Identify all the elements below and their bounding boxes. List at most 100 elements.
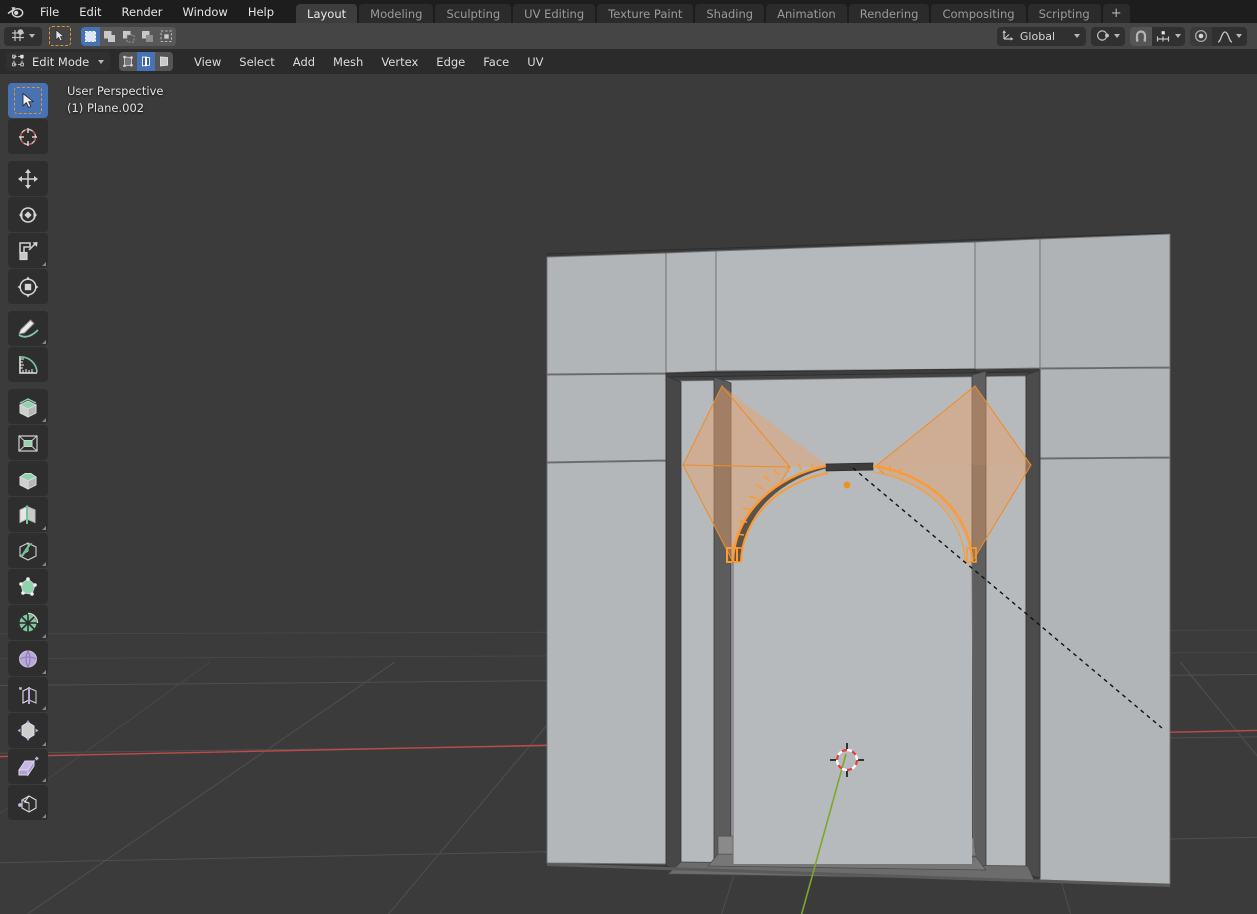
chevron-down-icon [98,60,104,64]
3d-viewport[interactable]: User Perspective (1) Plane.002 [0,74,1257,914]
tool-extrude-region[interactable] [8,389,48,424]
transform-orientation-icon [1002,28,1015,44]
inset-faces-icon [16,432,40,454]
menu-select[interactable]: Select [230,52,283,72]
tool-shrink-fatten[interactable] [8,713,48,748]
menu-mesh[interactable]: Mesh [324,52,372,72]
tool-move[interactable] [8,161,48,196]
annotate-pencil-icon [16,318,40,340]
menu-help[interactable]: Help [238,0,284,23]
snapping-group [1130,27,1185,46]
interaction-mode-selector[interactable]: Edit Mode [6,52,110,71]
tool-tweak[interactable] [8,83,48,118]
vertex-select-icon [122,55,135,68]
tab-shading[interactable]: Shading [695,4,764,23]
tab-uv-editing[interactable]: UV Editing [513,4,595,23]
face-select-mode-button[interactable] [155,52,173,71]
editor-type-selector[interactable] [4,27,42,46]
vertex-select-mode-button[interactable] [119,52,137,71]
menu-view[interactable]: View [185,52,230,72]
tab-compositing[interactable]: Compositing [931,4,1025,23]
mesh-arched-wall [547,233,1170,887]
rip-region-icon [16,792,40,814]
tool-annotate[interactable] [8,311,48,346]
snap-to-selector[interactable] [1152,27,1185,46]
tool-smooth[interactable] [8,641,48,676]
poly-build-icon [16,576,40,598]
select-set-button[interactable] [81,27,100,46]
edge-slide-icon [16,684,40,706]
top-menu-list: File Edit Render Window Help [30,0,284,23]
extrude-region-icon [16,396,40,418]
select-extend-button[interactable] [100,27,119,46]
proportional-editing-group [1190,27,1247,46]
transform-orientation-selector[interactable]: Global [997,27,1086,46]
chevron-down-icon [29,34,35,38]
tab-texture-paint[interactable]: Texture Paint [597,4,693,23]
tool-spin[interactable] [8,605,48,640]
tab-sculpting[interactable]: Sculpting [435,4,511,23]
menu-render[interactable]: Render [112,0,173,23]
menu-edge[interactable]: Edge [427,52,474,72]
tool-rip-region[interactable] [8,785,48,820]
viewport-menu-list: View Select Add Mesh Vertex Edge Face UV [185,52,553,72]
menu-window[interactable]: Window [172,0,237,23]
proportional-editing-toggle[interactable] [1190,27,1212,46]
menu-add[interactable]: Add [284,52,324,72]
tool-shear[interactable] [8,749,48,784]
tool-edge-slide[interactable] [8,677,48,712]
menu-uv[interactable]: UV [518,52,552,72]
snap-magnet-icon [1134,30,1148,43]
menu-file[interactable]: File [30,0,69,23]
select-mode-group [81,27,176,46]
knife-icon [16,540,40,562]
chevron-down-icon [1236,34,1242,38]
select-invert-button[interactable] [138,27,157,46]
menu-edit[interactable]: Edit [69,0,111,23]
top-bar: File Edit Render Window Help Layout Mode… [0,0,1257,23]
submenu-corner-icon [42,526,46,530]
submenu-corner-icon [42,262,46,266]
chevron-down-icon [1074,34,1080,38]
tool-bevel[interactable] [8,461,48,496]
blender-logo-icon[interactable] [0,0,30,23]
snap-magnet-toggle[interactable] [1130,27,1152,46]
transform-icon [17,276,39,298]
menu-face[interactable]: Face [474,52,518,72]
menu-vertex[interactable]: Vertex [372,52,427,72]
tool-rotate[interactable] [8,197,48,232]
tab-layout[interactable]: Layout [296,4,357,23]
tool-transform[interactable] [8,269,48,304]
tab-animation[interactable]: Animation [766,4,847,23]
submenu-corner-icon [42,634,46,638]
active-tool-button[interactable] [49,26,71,46]
workspace-tabs: Layout Modeling Sculpting UV Editing Tex… [296,0,1132,23]
blender-window: File Edit Render Window Help Layout Mode… [0,0,1257,914]
select-set-icon [84,30,97,43]
add-workspace-button[interactable]: + [1103,4,1130,23]
tool-loop-cut[interactable] [8,497,48,532]
viewport-tool-header: Global [0,23,1257,49]
bevel-icon [16,468,40,490]
select-subtract-button[interactable] [119,27,138,46]
pivot-point-selector[interactable] [1091,27,1125,46]
tab-modeling[interactable]: Modeling [359,4,433,23]
tool-poly-build[interactable] [8,569,48,604]
tool-cursor[interactable] [8,119,48,154]
tool-inset-faces[interactable] [8,425,48,460]
move-arrows-icon [17,168,39,190]
tab-rendering[interactable]: Rendering [849,4,930,23]
select-intersect-button[interactable] [157,27,176,46]
edge-select-mode-button[interactable] [137,52,155,71]
tweak-cursor-icon [55,27,66,46]
tool-measure[interactable] [8,347,48,382]
viewport-header: Edit Mode [0,49,1257,74]
tab-scripting[interactable]: Scripting [1028,4,1101,23]
tool-scale[interactable] [8,233,48,268]
proportional-falloff-selector[interactable] [1212,27,1247,46]
transform-orientation-value: Global [1020,30,1055,43]
tweak-cursor-icon [21,92,36,109]
tool-knife[interactable] [8,533,48,568]
shrink-fatten-icon [16,720,40,742]
submenu-corner-icon [42,706,46,710]
